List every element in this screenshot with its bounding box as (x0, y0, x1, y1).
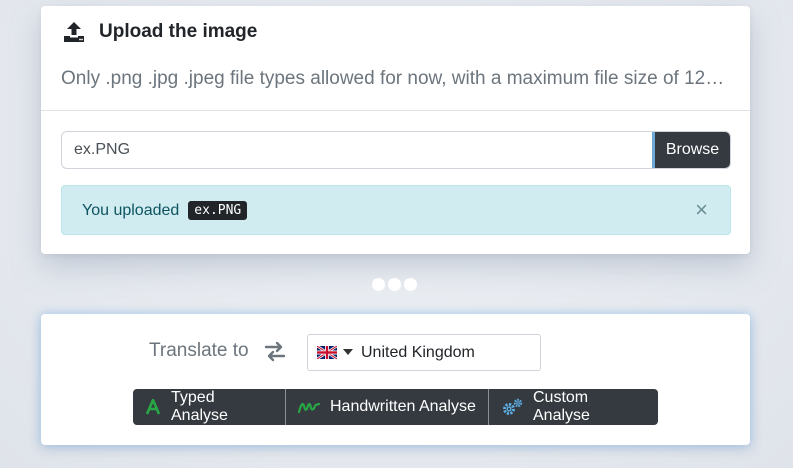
card-divider (41, 110, 750, 111)
gears-icon (501, 398, 523, 416)
translate-card: Translate to United Kingdom Typed Analys… (41, 314, 750, 445)
typed-analyse-label: Typed Analyse (171, 389, 228, 424)
loading-dots (372, 278, 417, 291)
custom-analyse-button[interactable]: Custom Analyse (488, 389, 658, 425)
upload-title: Upload the image (63, 21, 257, 43)
alert-filename: ex.PNG (188, 201, 248, 220)
upload-card: Upload the image Only .png .jpg .jpeg fi… (41, 6, 750, 254)
custom-analyse-label: Custom Analyse (533, 389, 590, 424)
upload-alert: You uploaded ex.PNG × (61, 185, 731, 235)
upload-title-text: Upload the image (99, 21, 258, 42)
country-select[interactable]: United Kingdom (307, 334, 541, 371)
dot-icon (404, 278, 417, 291)
upload-icon (63, 21, 85, 43)
uk-flag-icon (316, 344, 338, 361)
close-icon[interactable]: × (695, 199, 708, 221)
alert-message: You uploaded ex.PNG (82, 201, 248, 220)
analyse-button-group: Typed Analyse Handwritten Analyse Custom… (133, 389, 658, 425)
alert-prefix: You uploaded (82, 201, 180, 219)
browse-button[interactable]: Browse (652, 132, 730, 168)
file-input[interactable]: ex.PNG Browse (61, 131, 731, 169)
handwritten-analyse-label: Handwritten Analyse (330, 398, 476, 415)
translate-label: Translate to (149, 340, 249, 361)
typed-analyse-button[interactable]: Typed Analyse (133, 389, 285, 425)
swap-arrows-icon[interactable] (263, 339, 287, 363)
file-name-value: ex.PNG (74, 141, 131, 158)
country-name: United Kingdom (361, 344, 475, 361)
signature-icon (298, 400, 320, 414)
letter-a-icon (145, 399, 161, 415)
dot-icon (372, 278, 385, 291)
handwritten-analyse-button[interactable]: Handwritten Analyse (285, 389, 488, 425)
caret-down-icon (343, 349, 353, 355)
upload-subtitle: Only .png .jpg .jpeg file types allowed … (61, 68, 733, 89)
dot-icon (388, 278, 401, 291)
